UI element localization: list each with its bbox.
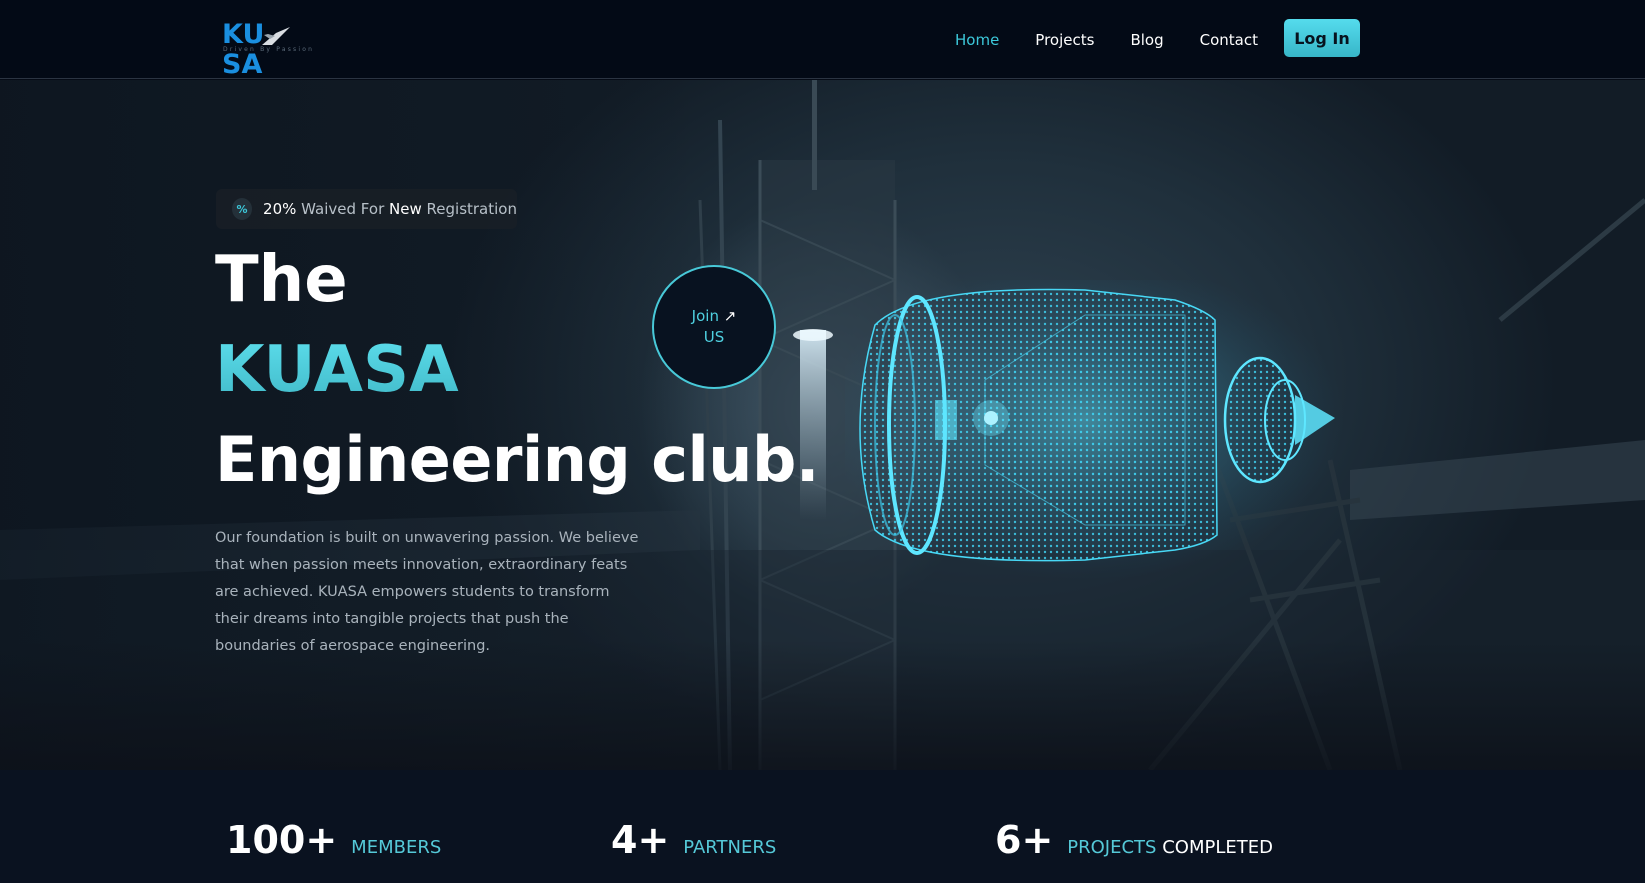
stat-projects: 6+ PROJECTS COMPLETED <box>995 818 1273 862</box>
promo-badge: % 20% Waived For New Registration <box>216 189 517 229</box>
nav-links: Home Projects Blog Contact <box>955 0 1294 79</box>
hero-section: % 20% Waived For New Registration The KU… <box>0 80 1645 770</box>
stat-number: 100+ <box>226 818 338 862</box>
nav-projects[interactable]: Projects <box>1035 31 1094 49</box>
nav-blog[interactable]: Blog <box>1130 31 1163 49</box>
nav-home[interactable]: Home <box>955 31 999 49</box>
kuasa-logo[interactable]: KUSA Driven By Passion <box>222 20 334 80</box>
promo-text: 20% Waived For New Registration <box>263 200 517 218</box>
join-text: Join <box>691 307 719 325</box>
plane-icon <box>262 27 290 45</box>
jet-engine-image <box>845 280 1345 580</box>
join-us-button[interactable]: Join ↗ US <box>652 265 776 389</box>
stat-label: MEMBERS <box>351 837 442 858</box>
login-button[interactable]: Log In <box>1284 19 1360 57</box>
join-label-line1: Join ↗ <box>692 306 737 327</box>
stat-partners: 4+ PARTNERS <box>611 818 776 862</box>
hero-title-kuasa: KUASA <box>215 330 459 410</box>
nav-contact[interactable]: Contact <box>1200 31 1258 49</box>
hero-title-club: Engineering club. <box>215 423 819 496</box>
navbar: KUSA Driven By Passion Home Projects Blo… <box>0 0 1645 80</box>
join-label-line2: US <box>703 328 725 346</box>
stat-members: 100+ MEMBERS <box>226 818 441 862</box>
arrow-up-right-icon: ↗ <box>723 307 737 325</box>
stats-bar: 100+ MEMBERS 4+ PARTNERS 6+ PROJECTS COM… <box>0 770 1645 883</box>
stat-number: 4+ <box>611 818 670 862</box>
stat-label: PROJECTS COMPLETED <box>1067 837 1273 858</box>
percent-icon: % <box>232 198 253 220</box>
hero-description: Our foundation is built on unwavering pa… <box>215 530 639 654</box>
hero-title-the: The <box>215 243 348 317</box>
stat-label: PARTNERS <box>683 837 777 858</box>
logo-tagline: Driven By Passion <box>223 46 315 53</box>
stat-number: 6+ <box>995 818 1054 862</box>
